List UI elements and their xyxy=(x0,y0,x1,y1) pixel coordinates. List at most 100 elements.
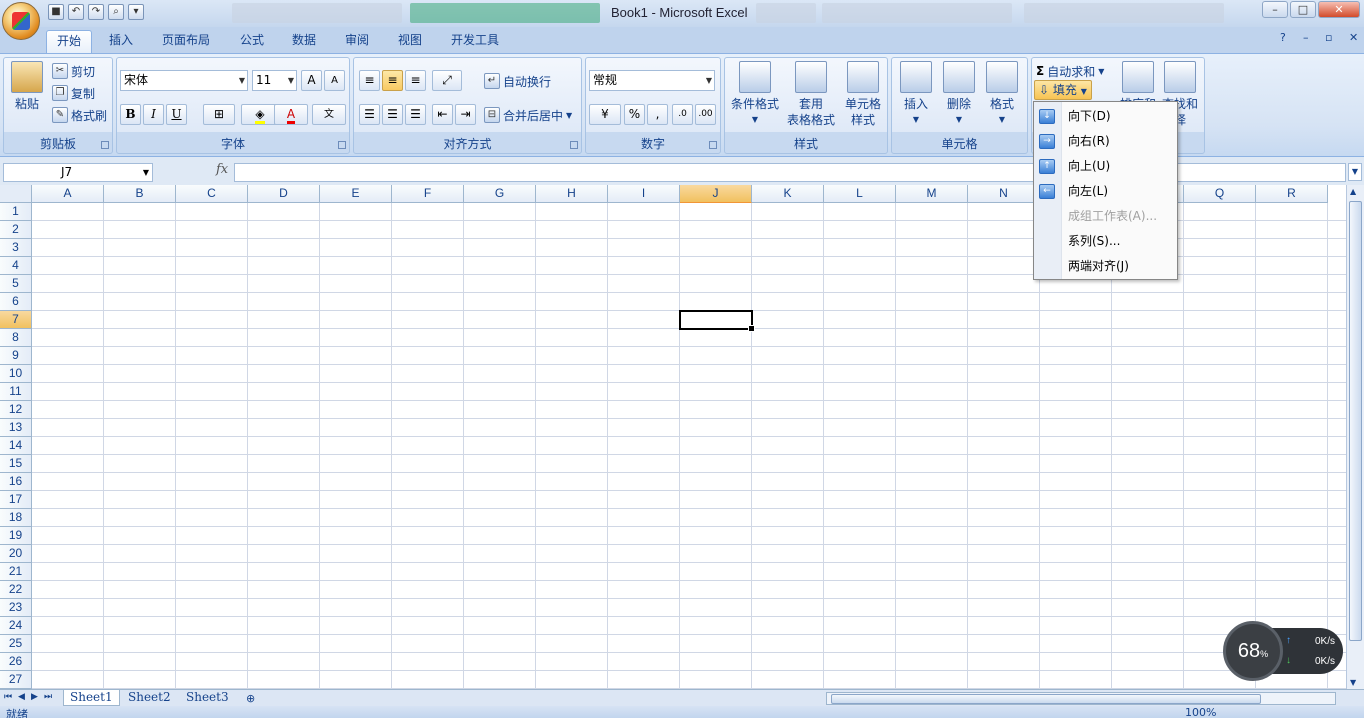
ribbon-close-icon[interactable]: ✕ xyxy=(1349,31,1358,44)
scroll-down-icon[interactable]: ▼ xyxy=(1350,678,1356,687)
column-header-A[interactable]: A xyxy=(32,185,104,203)
menu-item-fill-right[interactable]: → 向右(R) xyxy=(1034,130,1177,153)
column-header-N[interactable]: N xyxy=(968,185,1040,203)
tab-developer[interactable]: 开发工具 xyxy=(441,30,509,53)
clipboard-launcher-icon[interactable] xyxy=(101,141,109,149)
row-header-18[interactable]: 18 xyxy=(0,509,32,527)
help-icon[interactable]: ? xyxy=(1280,31,1286,44)
taskbar-button-1[interactable] xyxy=(232,3,402,23)
font-size-combo[interactable]: 11 ▼ xyxy=(252,70,297,91)
row-header-15[interactable]: 15 xyxy=(0,455,32,473)
horizontal-scrollbar[interactable] xyxy=(826,692,1336,705)
speed-widget-dial[interactable]: 68% xyxy=(1223,621,1283,681)
tab-review[interactable]: 审阅 xyxy=(335,30,379,53)
row-header-24[interactable]: 24 xyxy=(0,617,32,635)
align-center-button[interactable]: ☰ xyxy=(382,104,403,125)
insert-cells-button[interactable]: 插入 ▼ xyxy=(896,61,936,128)
row-header-26[interactable]: 26 xyxy=(0,653,32,671)
row-header-4[interactable]: 4 xyxy=(0,257,32,275)
taskbar-button-5[interactable] xyxy=(1024,3,1224,23)
border-button[interactable]: ⊞ xyxy=(203,104,235,125)
column-header-R[interactable]: R xyxy=(1256,185,1328,203)
row-header-11[interactable]: 11 xyxy=(0,383,32,401)
next-sheet-icon[interactable]: ▶ xyxy=(31,692,38,702)
underline-button[interactable]: U xyxy=(166,104,187,125)
menu-item-fill-up[interactable]: ↑ 向上(U) xyxy=(1034,155,1177,178)
font-color-button[interactable]: A xyxy=(274,104,308,125)
comma-button[interactable]: , xyxy=(647,104,668,125)
column-header-B[interactable]: B xyxy=(104,185,176,203)
delete-cells-button[interactable]: 删除 ▼ xyxy=(939,61,979,128)
zoom-level[interactable]: 100% xyxy=(1185,706,1216,718)
increase-decimal-button[interactable]: .0 xyxy=(672,104,693,125)
minimize-icon[interactable]: – xyxy=(1262,1,1288,18)
cell-styles-button[interactable]: 单元格 样式 xyxy=(841,61,885,128)
maximize-icon[interactable]: □ xyxy=(1290,1,1316,18)
font-launcher-icon[interactable] xyxy=(338,141,346,149)
align-left-button[interactable]: ☰ xyxy=(359,104,380,125)
save-icon[interactable]: ■ xyxy=(48,4,64,20)
column-header-I[interactable]: I xyxy=(608,185,680,203)
grow-font-button[interactable]: A xyxy=(301,70,322,91)
cut-button[interactable]: ✂ 剪切 xyxy=(52,61,95,81)
office-button[interactable] xyxy=(2,2,40,40)
tab-insert[interactable]: 插入 xyxy=(99,30,143,53)
currency-button[interactable]: ¥ xyxy=(589,104,621,125)
menu-item-fill-left[interactable]: ← 向左(L) xyxy=(1034,180,1177,203)
vertical-scroll-thumb[interactable] xyxy=(1349,201,1362,641)
row-header-8[interactable]: 8 xyxy=(0,329,32,347)
paste-button[interactable]: 粘贴 xyxy=(8,61,46,112)
row-header-23[interactable]: 23 xyxy=(0,599,32,617)
formula-input[interactable] xyxy=(234,163,1346,182)
row-header-25[interactable]: 25 xyxy=(0,635,32,653)
vertical-scrollbar[interactable]: ▲ ▼ xyxy=(1346,185,1364,689)
column-header-E[interactable]: E xyxy=(320,185,392,203)
italic-button[interactable]: I xyxy=(143,104,164,125)
insert-function-icon[interactable]: fx xyxy=(216,162,228,177)
copy-button[interactable]: ❐ 复制 xyxy=(52,83,95,103)
tab-view[interactable]: 视图 xyxy=(388,30,432,53)
column-header-K[interactable]: K xyxy=(752,185,824,203)
phonetic-button[interactable]: 文 xyxy=(312,104,346,125)
active-cell-J7[interactable] xyxy=(679,310,755,332)
name-box[interactable]: J7 ▼ xyxy=(3,163,153,182)
percent-button[interactable]: % xyxy=(624,104,645,125)
row-header-5[interactable]: 5 xyxy=(0,275,32,293)
row-header-7[interactable]: 7 xyxy=(0,311,32,329)
row-header-2[interactable]: 2 xyxy=(0,221,32,239)
align-top-button[interactable]: ≡ xyxy=(359,70,380,91)
format-as-table-button[interactable]: 套用 表格格式 xyxy=(783,61,839,128)
shrink-font-button[interactable]: A xyxy=(324,70,345,91)
number-format-combo[interactable]: 常规 ▼ xyxy=(589,70,715,91)
redo-icon[interactable]: ↷ xyxy=(88,4,104,20)
last-sheet-icon[interactable]: ⏭ xyxy=(44,692,52,702)
tab-page-layout[interactable]: 页面布局 xyxy=(152,30,220,53)
sheet-tab-2[interactable]: Sheet2 xyxy=(122,690,177,706)
row-header-3[interactable]: 3 xyxy=(0,239,32,257)
align-bottom-button[interactable]: ≡ xyxy=(405,70,426,91)
wrap-text-button[interactable]: ↵ 自动换行 xyxy=(484,71,551,91)
column-header-C[interactable]: C xyxy=(176,185,248,203)
menu-item-justify[interactable]: 两端对齐(J) xyxy=(1034,255,1177,278)
select-all-corner[interactable] xyxy=(0,185,32,203)
prev-sheet-icon[interactable]: ◀ xyxy=(18,692,25,702)
undo-icon[interactable]: ↶ xyxy=(68,4,84,20)
align-right-button[interactable]: ☰ xyxy=(405,104,426,125)
horizontal-scroll-thumb[interactable] xyxy=(831,694,1261,704)
row-header-13[interactable]: 13 xyxy=(0,419,32,437)
column-header-G[interactable]: G xyxy=(464,185,536,203)
row-header-10[interactable]: 10 xyxy=(0,365,32,383)
format-cells-button[interactable]: 格式 ▼ xyxy=(982,61,1022,128)
column-header-F[interactable]: F xyxy=(392,185,464,203)
row-header-20[interactable]: 20 xyxy=(0,545,32,563)
row-header-19[interactable]: 19 xyxy=(0,527,32,545)
customize-qat-icon[interactable]: ▾ xyxy=(128,4,144,20)
decrease-decimal-button[interactable]: .00 xyxy=(695,104,716,125)
row-header-22[interactable]: 22 xyxy=(0,581,32,599)
column-header-H[interactable]: H xyxy=(536,185,608,203)
conditional-format-button[interactable]: 条件格式 ▼ xyxy=(729,61,781,128)
taskbar-button-3[interactable] xyxy=(756,3,816,23)
row-header-1[interactable]: 1 xyxy=(0,203,32,221)
ribbon-minimize-icon[interactable]: – xyxy=(1303,31,1309,44)
scroll-up-icon[interactable]: ▲ xyxy=(1350,187,1356,196)
